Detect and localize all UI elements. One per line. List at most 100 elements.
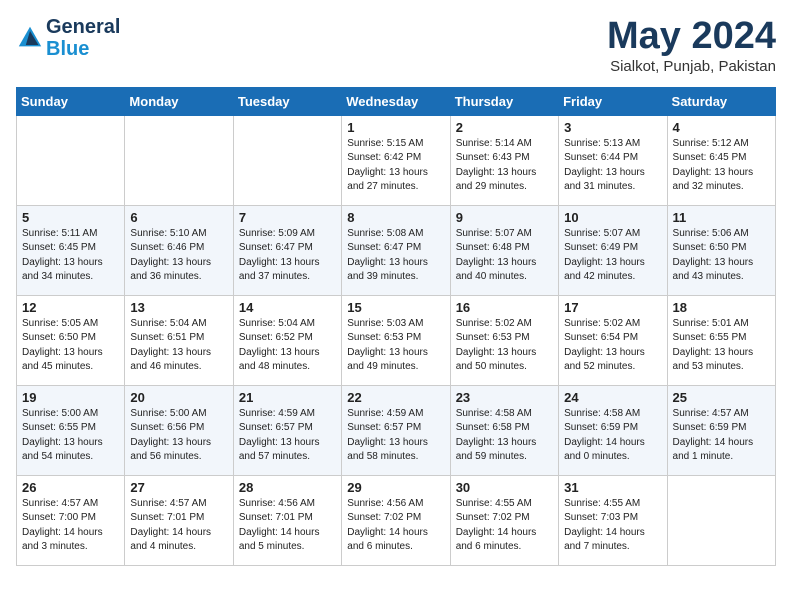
day-detail: Sunrise: 5:04 AM Sunset: 6:52 PM Dayligh… bbox=[239, 317, 336, 375]
day-detail: Sunrise: 5:10 AM Sunset: 6:46 PM Dayligh… bbox=[130, 227, 227, 285]
calendar-cell: 24Sunrise: 4:58 AM Sunset: 6:59 PM Dayli… bbox=[559, 385, 667, 475]
calendar-cell: 26 Sunrise: 4:57 AM Sunset: 7:00 PM Dayli… bbox=[17, 475, 125, 565]
day-detail: Sunrise: 4:57 AM Sunset: 7:00 PM Dayligh… bbox=[22, 497, 119, 555]
day-detail: Sunrise: 5:03 AM Sunset: 6:53 PM Dayligh… bbox=[347, 317, 444, 375]
calendar-cell bbox=[17, 115, 125, 205]
day-detail: Sunrise: 4:59 AM Sunset: 6:57 PM Dayligh… bbox=[239, 407, 336, 465]
day-number: 25 bbox=[673, 390, 770, 405]
calendar-cell: 7 Sunrise: 5:09 AM Sunset: 6:47 PM Daylig… bbox=[233, 205, 341, 295]
day-number: 6 bbox=[130, 210, 227, 225]
header-day-wednesday: Wednesday bbox=[342, 87, 450, 115]
day-number: 29 bbox=[347, 480, 444, 495]
day-number: 28 bbox=[239, 480, 336, 495]
calendar-week-3: 12 Sunrise: 5:05 AM Sunset: 6:50 PM Dayli… bbox=[17, 295, 776, 385]
calendar-cell: 10 Sunrise: 5:07 AM Sunset: 6:49 PM Dayli… bbox=[559, 205, 667, 295]
day-detail: Sunrise: 4:59 AM Sunset: 6:57 PM Dayligh… bbox=[347, 407, 444, 465]
day-number: 10 bbox=[564, 210, 661, 225]
day-detail: Sunrise: 4:56 AM Sunset: 7:02 PM Dayligh… bbox=[347, 497, 444, 555]
day-detail: Sunrise: 5:00 AM Sunset: 6:55 PM Dayligh… bbox=[22, 407, 119, 465]
day-detail: Sunrise: 5:07 AM Sunset: 6:48 PM Dayligh… bbox=[456, 227, 553, 285]
calendar-cell bbox=[667, 475, 775, 565]
calendar-cell: 28Sunrise: 4:56 AM Sunset: 7:01 PM Dayli… bbox=[233, 475, 341, 565]
calendar-cell: 12 Sunrise: 5:05 AM Sunset: 6:50 PM Dayli… bbox=[17, 295, 125, 385]
day-detail: Sunrise: 5:08 AM Sunset: 6:47 PM Dayligh… bbox=[347, 227, 444, 285]
calendar-cell: 23Sunrise: 4:58 AM Sunset: 6:58 PM Dayli… bbox=[450, 385, 558, 475]
day-number: 11 bbox=[673, 210, 770, 225]
day-number: 31 bbox=[564, 480, 661, 495]
calendar-cell bbox=[233, 115, 341, 205]
day-number: 13 bbox=[130, 300, 227, 315]
calendar-week-1: 1 Sunrise: 5:15 AM Sunset: 6:42 PM Daylig… bbox=[17, 115, 776, 205]
day-detail: Sunrise: 5:06 AM Sunset: 6:50 PM Dayligh… bbox=[673, 227, 770, 285]
day-number: 14 bbox=[239, 300, 336, 315]
calendar-week-2: 5 Sunrise: 5:11 AM Sunset: 6:45 PM Daylig… bbox=[17, 205, 776, 295]
header-day-sunday: Sunday bbox=[17, 87, 125, 115]
day-detail: Sunrise: 5:05 AM Sunset: 6:50 PM Dayligh… bbox=[22, 317, 119, 375]
calendar-week-5: 26 Sunrise: 4:57 AM Sunset: 7:00 PM Dayli… bbox=[17, 475, 776, 565]
day-detail: Sunrise: 4:55 AM Sunset: 7:03 PM Dayligh… bbox=[564, 497, 661, 555]
calendar-cell: 15 Sunrise: 5:03 AM Sunset: 6:53 PM Dayli… bbox=[342, 295, 450, 385]
calendar-cell: 17Sunrise: 5:02 AM Sunset: 6:54 PM Dayli… bbox=[559, 295, 667, 385]
day-detail: Sunrise: 5:12 AM Sunset: 6:45 PM Dayligh… bbox=[673, 137, 770, 195]
calendar-cell: 5 Sunrise: 5:11 AM Sunset: 6:45 PM Daylig… bbox=[17, 205, 125, 295]
day-number: 15 bbox=[347, 300, 444, 315]
logo: General Blue bbox=[16, 16, 120, 60]
calendar-cell: 19 Sunrise: 5:00 AM Sunset: 6:55 PM Dayli… bbox=[17, 385, 125, 475]
calendar-cell: 27 Sunrise: 4:57 AM Sunset: 7:01 PM Dayli… bbox=[125, 475, 233, 565]
logo-icon bbox=[16, 24, 44, 52]
day-detail: Sunrise: 4:57 AM Sunset: 7:01 PM Dayligh… bbox=[130, 497, 227, 555]
calendar-cell: 9Sunrise: 5:07 AM Sunset: 6:48 PM Daylig… bbox=[450, 205, 558, 295]
header-day-thursday: Thursday bbox=[450, 87, 558, 115]
day-number: 3 bbox=[564, 120, 661, 135]
calendar-cell: 4Sunrise: 5:12 AM Sunset: 6:45 PM Daylig… bbox=[667, 115, 775, 205]
calendar-week-4: 19 Sunrise: 5:00 AM Sunset: 6:55 PM Dayli… bbox=[17, 385, 776, 475]
day-number: 26 bbox=[22, 480, 119, 495]
day-detail: Sunrise: 5:07 AM Sunset: 6:49 PM Dayligh… bbox=[564, 227, 661, 285]
logo-text: General Blue bbox=[46, 16, 120, 60]
day-detail: Sunrise: 5:04 AM Sunset: 6:51 PM Dayligh… bbox=[130, 317, 227, 375]
day-detail: Sunrise: 5:00 AM Sunset: 6:56 PM Dayligh… bbox=[130, 407, 227, 465]
day-detail: Sunrise: 5:14 AM Sunset: 6:43 PM Dayligh… bbox=[456, 137, 553, 195]
day-number: 19 bbox=[22, 390, 119, 405]
day-number: 22 bbox=[347, 390, 444, 405]
day-number: 16 bbox=[456, 300, 553, 315]
day-number: 1 bbox=[347, 120, 444, 135]
day-number: 8 bbox=[347, 210, 444, 225]
calendar-cell: 20 Sunrise: 5:00 AM Sunset: 6:56 PM Dayli… bbox=[125, 385, 233, 475]
day-number: 27 bbox=[130, 480, 227, 495]
day-number: 20 bbox=[130, 390, 227, 405]
calendar-table: SundayMondayTuesdayWednesdayThursdayFrid… bbox=[16, 87, 776, 566]
calendar-cell: 22 Sunrise: 4:59 AM Sunset: 6:57 PM Dayli… bbox=[342, 385, 450, 475]
day-detail: Sunrise: 5:02 AM Sunset: 6:53 PM Dayligh… bbox=[456, 317, 553, 375]
day-detail: Sunrise: 4:58 AM Sunset: 6:58 PM Dayligh… bbox=[456, 407, 553, 465]
header-day-tuesday: Tuesday bbox=[233, 87, 341, 115]
calendar-cell: 6 Sunrise: 5:10 AM Sunset: 6:46 PM Daylig… bbox=[125, 205, 233, 295]
calendar-cell: 16 Sunrise: 5:02 AM Sunset: 6:53 PM Dayli… bbox=[450, 295, 558, 385]
header-day-friday: Friday bbox=[559, 87, 667, 115]
calendar-cell: 13 Sunrise: 5:04 AM Sunset: 6:51 PM Dayli… bbox=[125, 295, 233, 385]
day-detail: Sunrise: 4:57 AM Sunset: 6:59 PM Dayligh… bbox=[673, 407, 770, 465]
day-number: 2 bbox=[456, 120, 553, 135]
day-detail: Sunrise: 5:15 AM Sunset: 6:42 PM Dayligh… bbox=[347, 137, 444, 195]
day-number: 7 bbox=[239, 210, 336, 225]
calendar-cell: 8 Sunrise: 5:08 AM Sunset: 6:47 PM Daylig… bbox=[342, 205, 450, 295]
page-header: General Blue May 2024 Sialkot, Punjab, P… bbox=[16, 16, 776, 75]
calendar-cell: 18 Sunrise: 5:01 AM Sunset: 6:55 PM Dayli… bbox=[667, 295, 775, 385]
day-number: 18 bbox=[673, 300, 770, 315]
calendar-cell bbox=[125, 115, 233, 205]
calendar-header-row: SundayMondayTuesdayWednesdayThursdayFrid… bbox=[17, 87, 776, 115]
calendar-cell: 25 Sunrise: 4:57 AM Sunset: 6:59 PM Dayli… bbox=[667, 385, 775, 475]
calendar-cell: 31 Sunrise: 4:55 AM Sunset: 7:03 PM Dayli… bbox=[559, 475, 667, 565]
day-number: 12 bbox=[22, 300, 119, 315]
calendar-cell: 1 Sunrise: 5:15 AM Sunset: 6:42 PM Daylig… bbox=[342, 115, 450, 205]
day-number: 5 bbox=[22, 210, 119, 225]
day-detail: Sunrise: 5:02 AM Sunset: 6:54 PM Dayligh… bbox=[564, 317, 661, 375]
month-title: May 2024 bbox=[607, 16, 776, 58]
day-detail: Sunrise: 5:01 AM Sunset: 6:55 PM Dayligh… bbox=[673, 317, 770, 375]
day-number: 24 bbox=[564, 390, 661, 405]
day-detail: Sunrise: 5:09 AM Sunset: 6:47 PM Dayligh… bbox=[239, 227, 336, 285]
calendar-cell: 11 Sunrise: 5:06 AM Sunset: 6:50 PM Dayli… bbox=[667, 205, 775, 295]
calendar-cell: 2 Sunrise: 5:14 AM Sunset: 6:43 PM Daylig… bbox=[450, 115, 558, 205]
calendar-cell: 30Sunrise: 4:55 AM Sunset: 7:02 PM Dayli… bbox=[450, 475, 558, 565]
day-detail: Sunrise: 5:11 AM Sunset: 6:45 PM Dayligh… bbox=[22, 227, 119, 285]
